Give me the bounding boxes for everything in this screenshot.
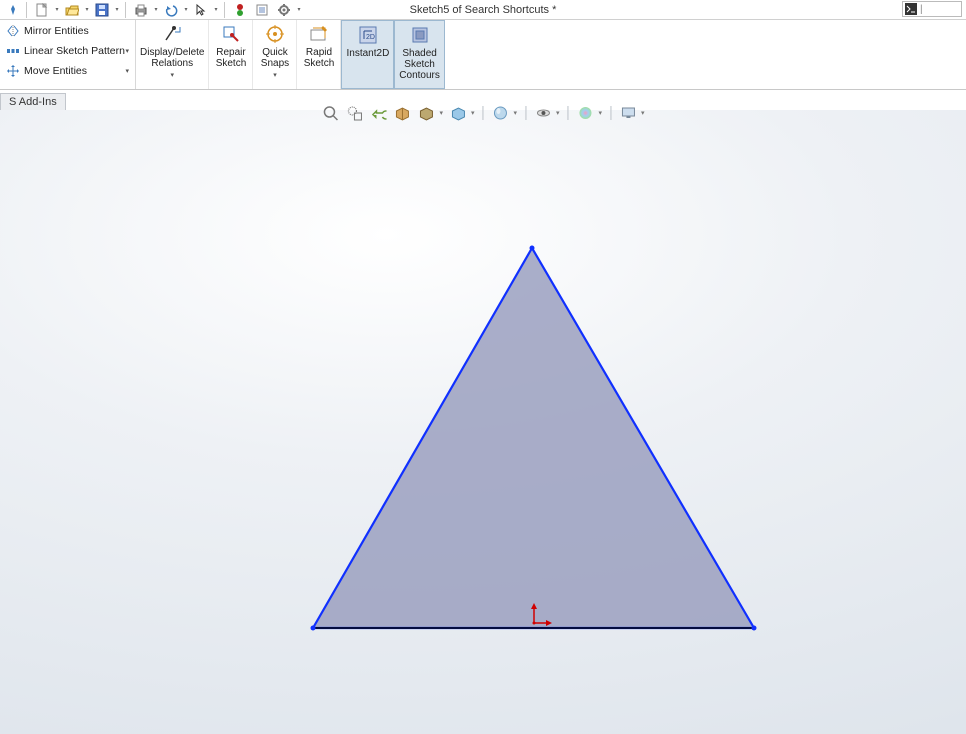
dropdown-icon[interactable]: ▾ (83, 6, 91, 13)
sketch-vertex[interactable] (530, 246, 535, 251)
svg-text:2D: 2D (366, 34, 375, 41)
undo-icon[interactable] (160, 1, 182, 19)
print-icon[interactable] (130, 1, 152, 19)
chevron-down-icon: ▾ (125, 47, 129, 55)
open-doc-icon[interactable] (61, 1, 83, 19)
instant2d-icon: 2D (357, 24, 379, 46)
ribbon: Mirror Entities Linear Sketch Pattern ▾ … (0, 20, 966, 90)
menubar: ▾ ▾ ▾ ▾ ▾ ▾ ▾ Sketch5 of Search Shortcut… (0, 0, 966, 20)
chevron-down-icon: ▾ (273, 70, 277, 81)
dropdown-icon[interactable]: ▾ (212, 6, 220, 13)
shaded-contours-icon (409, 24, 431, 46)
chevron-down-icon: ▾ (170, 70, 174, 81)
dropdown-icon[interactable]: ▾ (53, 6, 61, 13)
dropdown-icon[interactable]: ▾ (152, 6, 160, 13)
command-search-box[interactable]: | (902, 1, 962, 17)
pin-icon[interactable] (4, 1, 22, 19)
tool-label: Rapid Sketch (304, 47, 335, 69)
quick-snaps-icon (264, 23, 286, 45)
sketch-vertex[interactable] (752, 626, 757, 631)
move-entities-button[interactable]: Move Entities ▾ (4, 62, 131, 80)
settings-gear-icon[interactable] (273, 1, 295, 19)
command-cursor: | (920, 4, 923, 15)
separator (125, 2, 126, 18)
rebuild-icon[interactable] (229, 1, 251, 19)
rapid-sketch-button[interactable]: Rapid Sketch (297, 20, 341, 89)
save-icon[interactable] (91, 1, 113, 19)
tool-label: Linear Sketch Pattern (24, 45, 125, 57)
relations-icon (161, 23, 183, 45)
instant2d-button[interactable]: 2D Instant2D (341, 20, 394, 89)
shaded-sketch-contours-button[interactable]: Shaded Sketch Contours (394, 20, 445, 89)
tool-label: Shaded Sketch Contours (399, 48, 440, 81)
sketch-origin-icon (526, 601, 556, 631)
separator (26, 2, 27, 18)
display-delete-relations-button[interactable]: Display/Delete Relations ▾ (136, 20, 209, 89)
sketch-vertex[interactable] (311, 626, 316, 631)
tool-label: Instant2D (346, 48, 389, 59)
chevron-down-icon: ▾ (125, 67, 129, 75)
tool-label: Repair Sketch (216, 47, 247, 69)
ribbon-left-group: Mirror Entities Linear Sketch Pattern ▾ … (0, 20, 136, 89)
new-doc-icon[interactable] (31, 1, 53, 19)
mirror-icon (6, 24, 20, 38)
dropdown-icon[interactable]: ▾ (113, 6, 121, 13)
linear-pattern-button[interactable]: Linear Sketch Pattern ▾ (4, 42, 131, 60)
quick-snaps-button[interactable]: Quick Snaps ▾ (253, 20, 297, 89)
tool-label: Quick Snaps (261, 47, 289, 69)
linear-pattern-icon (6, 44, 20, 58)
rapid-sketch-icon (308, 23, 330, 45)
tool-label: Move Entities (24, 65, 87, 77)
select-arrow-icon[interactable] (190, 1, 212, 19)
sketch-canvas (0, 110, 966, 734)
tool-label: Display/Delete Relations (140, 47, 204, 69)
repair-sketch-icon (220, 23, 242, 45)
graphics-viewport[interactable]: ▾ ▾ ▾ ▾ ▾ ▾ (0, 110, 966, 734)
mirror-entities-button[interactable]: Mirror Entities (4, 22, 131, 40)
sketch-triangle[interactable] (313, 248, 754, 628)
tab-label: S Add-Ins (9, 96, 57, 108)
tool-label: Mirror Entities (24, 25, 89, 37)
tab-addins[interactable]: S Add-Ins (0, 93, 66, 110)
dropdown-icon[interactable]: ▾ (295, 6, 303, 13)
repair-sketch-button[interactable]: Repair Sketch (209, 20, 253, 89)
move-entities-icon (6, 64, 20, 78)
options-list-icon[interactable] (251, 1, 273, 19)
separator (224, 2, 225, 18)
console-icon (905, 3, 917, 15)
dropdown-icon[interactable]: ▾ (182, 6, 190, 13)
